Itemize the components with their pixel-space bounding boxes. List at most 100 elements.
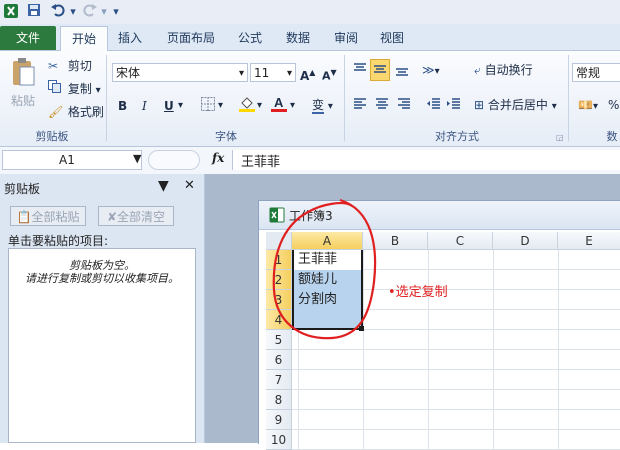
dialog-launcher-icon[interactable]: ◲ <box>556 129 564 147</box>
pane-options-icon[interactable]: ▼ <box>158 178 169 194</box>
name-box[interactable]: A1 ▼ <box>2 150 142 170</box>
align-right-button[interactable] <box>396 96 412 117</box>
row-header[interactable]: 5 <box>266 330 292 350</box>
redo-icon[interactable] <box>80 3 100 20</box>
wrap-text-button[interactable]: ⤶ 自动换行 <box>474 61 533 79</box>
chevron-down-icon: ▾ <box>434 66 440 77</box>
merge-center-button[interactable]: ⊞ 合并后居中 ▾ <box>474 96 557 116</box>
formula-input[interactable]: 王菲菲 <box>232 150 620 170</box>
fill-handle[interactable] <box>359 326 364 331</box>
row-header[interactable]: 6 <box>266 350 292 370</box>
formula-input-value: 王菲菲 <box>241 155 281 170</box>
column-header-e[interactable]: E <box>558 232 620 250</box>
number-group-label: 数 <box>606 130 618 143</box>
italic-button[interactable]: I <box>142 97 147 115</box>
clear-all-label: 全部清空 <box>117 210 166 224</box>
cell-a2[interactable]: 额娃儿 <box>294 270 361 290</box>
tab-home[interactable]: 开始 <box>60 26 108 52</box>
number-format-select[interactable]: 常规 <box>572 63 620 82</box>
increase-indent-icon <box>447 98 460 109</box>
tab-page-layout[interactable]: 页面布局 <box>158 26 224 50</box>
fill-color-button[interactable] <box>238 95 256 118</box>
fill-color-dropdown-icon[interactable]: ▾ <box>257 97 262 115</box>
format-painter-label: 格式刷 <box>67 105 104 119</box>
column-header-d[interactable]: D <box>493 232 558 250</box>
align-bottom-button[interactable] <box>394 61 410 79</box>
orientation-icon: ≫ <box>422 63 435 77</box>
font-name-select[interactable]: 宋体 ▾ <box>112 63 248 82</box>
wrap-text-label: 自动换行 <box>484 63 533 77</box>
border-button[interactable] <box>200 96 216 117</box>
formula-bar-resize-handle[interactable] <box>148 150 200 170</box>
font-name-value: 宋体 <box>116 66 141 80</box>
align-middle-button[interactable] <box>370 59 390 81</box>
align-top-button[interactable] <box>352 61 368 79</box>
underline-dropdown-icon[interactable]: ▾ <box>178 97 183 115</box>
clear-all-button[interactable]: ✘全部清空 <box>98 206 174 226</box>
orientation-button[interactable]: ≫▾ <box>422 61 440 81</box>
row-header[interactable]: 3 <box>266 290 292 310</box>
chevron-down-icon: ▾ <box>238 68 244 79</box>
workbook-title-bar: 工作簿3 <box>259 201 620 230</box>
row-header[interactable]: 4 <box>266 310 292 330</box>
workbook-title: 工作簿3 <box>289 209 333 223</box>
row-header[interactable]: 10 <box>266 430 292 450</box>
cell-a1[interactable]: 王菲菲 <box>294 250 361 270</box>
increase-indent-button[interactable] <box>446 96 462 117</box>
row-header[interactable]: 8 <box>266 390 292 410</box>
decrease-indent-button[interactable] <box>426 96 442 117</box>
close-icon[interactable]: ✕ <box>184 178 195 193</box>
font-size-select[interactable]: 11 ▾ <box>250 63 296 82</box>
border-dropdown-icon[interactable]: ▾ <box>218 97 223 115</box>
tab-insert[interactable]: 插入 <box>110 26 150 50</box>
undo-icon[interactable] <box>48 3 70 20</box>
phonetic-button[interactable]: 变 ▾ <box>312 96 333 116</box>
tab-view[interactable]: 视图 <box>372 26 412 50</box>
row-header[interactable]: 1 <box>266 250 292 270</box>
column-header-b[interactable]: B <box>363 232 428 250</box>
font-color-button[interactable]: A <box>270 95 288 118</box>
tab-review[interactable]: 审阅 <box>326 26 366 50</box>
chevron-down-icon: ▾ <box>592 101 598 112</box>
font-color-dropdown-icon[interactable]: ▾ <box>290 97 295 115</box>
select-all-corner[interactable] <box>266 232 292 250</box>
customize-toolbar-icon[interactable]: ▾ <box>112 3 120 20</box>
paste-all-label: 全部粘贴 <box>31 210 80 224</box>
ribbon-tabs: 文件 开始 插入 页面布局 公式 数据 审阅 视图 <box>0 24 620 52</box>
row-header[interactable]: 2 <box>266 270 292 290</box>
tab-formulas[interactable]: 公式 <box>230 26 270 50</box>
tab-data[interactable]: 数据 <box>278 26 318 50</box>
name-box-value: A1 <box>59 153 75 167</box>
tab-file[interactable]: 文件 <box>0 26 56 50</box>
redo-dropdown-icon[interactable]: ▾ <box>100 3 108 20</box>
format-painter-button[interactable]: 🖌 格式刷 <box>48 103 104 121</box>
save-icon[interactable] <box>26 3 42 20</box>
align-middle-icon <box>374 65 386 73</box>
bold-button[interactable]: B <box>118 97 127 115</box>
chevron-down-icon: ▾ <box>286 68 292 79</box>
cut-button[interactable]: ✂ 剪切 <box>48 57 92 75</box>
percent-button[interactable]: % <box>608 96 619 114</box>
clipboard-group-label: 剪贴板 <box>35 130 69 143</box>
cell-a3[interactable]: 分割肉 <box>294 290 361 310</box>
divider <box>568 55 569 141</box>
copy-label: 复制 <box>67 82 92 96</box>
align-center-button[interactable] <box>374 96 390 117</box>
divider <box>344 55 345 141</box>
row-header[interactable]: 7 <box>266 370 292 390</box>
paste-button[interactable]: 粘贴 <box>8 57 38 117</box>
align-left-button[interactable] <box>352 96 368 117</box>
underline-button[interactable]: U <box>164 97 174 115</box>
paste-all-button[interactable]: 📋全部粘贴 <box>10 206 86 226</box>
column-header-c[interactable]: C <box>428 232 493 250</box>
copy-dropdown-icon[interactable]: ▾ <box>96 85 101 96</box>
undo-dropdown-icon[interactable]: ▾ <box>69 3 77 20</box>
copy-icon <box>48 80 64 98</box>
row-header[interactable]: 9 <box>266 410 292 430</box>
insert-function-button[interactable]: fx <box>212 151 224 165</box>
column-header-a[interactable]: A <box>292 232 363 250</box>
shrink-font-button[interactable]: A▼ <box>322 64 337 86</box>
currency-button[interactable]: 💴▾ <box>578 96 598 116</box>
copy-button[interactable]: 复制 ▾ <box>48 80 101 100</box>
grow-font-button[interactable]: A▲ <box>300 64 315 85</box>
